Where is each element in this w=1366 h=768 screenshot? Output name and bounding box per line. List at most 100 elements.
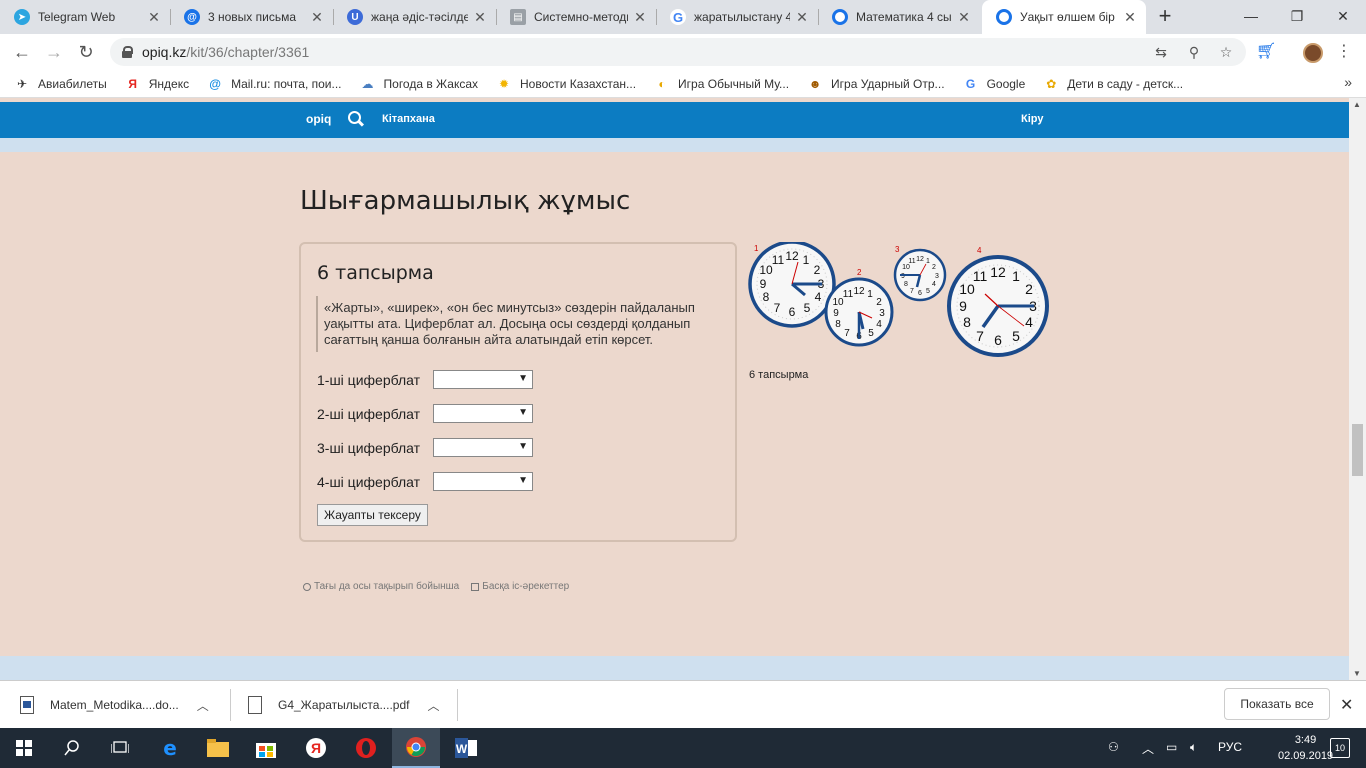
dial-select-4[interactable]: ▼ (433, 472, 533, 491)
edge-icon[interactable]: e (146, 728, 194, 768)
bookmark-item[interactable]: @ Mail.ru: почта, пои... (207, 76, 341, 92)
chevron-up-icon[interactable]: ︿ (427, 697, 439, 714)
dial-row-3: 3-ші циферблат ▼ (317, 438, 533, 457)
close-icon[interactable]: ✕ (472, 9, 488, 26)
windows-start-icon[interactable] (0, 728, 48, 768)
site-logo[interactable]: opiq (306, 112, 331, 126)
download-item-doc[interactable]: Matem_Metodika....do... ︿ (20, 689, 209, 721)
word-icon[interactable]: W (442, 728, 490, 768)
scrollbar-thumb[interactable] (1352, 424, 1363, 476)
store-icon[interactable] (242, 728, 290, 768)
show-all-downloads-button[interactable]: Показать все (1224, 688, 1330, 720)
task-view-icon[interactable] (96, 728, 144, 768)
other-actions-link[interactable]: Басқа іс-әрекеттер (471, 581, 569, 592)
image-caption: 6 тапсырма (749, 369, 809, 381)
tab-time-active[interactable]: ○ Уақыт өлшем бір ✕ (982, 0, 1146, 34)
login-link[interactable]: Кіру (1021, 113, 1043, 125)
tab-title: 3 новых письма (208, 10, 297, 24)
clock-illustration[interactable]: 1 2 3 4 12123 4567 891011 12123 4567 891… (748, 242, 1052, 360)
bookmark-label: Погода в Жаксах (383, 76, 479, 91)
address-bar[interactable]: opiq.kz/kit/36/chapter/3361 ⇆ ⚲ ☆ (110, 38, 1246, 66)
tab-google-search[interactable]: G жаратылыстану 4 ✕ (656, 0, 818, 34)
scroll-down-icon[interactable]: ▼ (1353, 669, 1361, 678)
tab-telegram[interactable]: ➤ Telegram Web ✕ (0, 0, 170, 34)
close-icon[interactable]: ✕ (956, 9, 972, 26)
bookmark-star-icon[interactable]: ☆ (1217, 43, 1235, 61)
chevron-up-icon[interactable]: ︿ (1142, 740, 1154, 757)
link-label: Тағы да осы тақырып бойынша (314, 581, 460, 592)
avatar[interactable] (1303, 43, 1323, 63)
notification-icon[interactable]: 10 (1330, 738, 1350, 758)
check-answer-button[interactable]: Жауапты тексеру (317, 504, 428, 526)
download-item-pdf[interactable]: G4_Жаратылыста....pdf ︿ (248, 689, 439, 721)
new-tab-button[interactable]: + (1154, 5, 1176, 27)
close-icon[interactable]: ✕ (146, 9, 162, 26)
close-icon[interactable]: ✕ (794, 9, 810, 26)
bookmark-item[interactable]: ☁ Погода в Жаксах (360, 76, 479, 92)
close-icon[interactable]: ✕ (632, 9, 648, 26)
tab-strip: ➤ Telegram Web ✕ @ 3 новых письма ✕ U жа… (0, 0, 1366, 34)
dial-row-1: 1-ші циферблат ▼ (317, 370, 533, 389)
u-icon: U (347, 9, 363, 25)
url-text[interactable]: opiq.kz/kit/36/chapter/3361 (142, 44, 309, 60)
file-explorer-icon[interactable] (194, 728, 242, 768)
volume-icon[interactable]: 🔈︎ (1190, 740, 1197, 755)
bookmark-item[interactable]: Я Яндекс (125, 76, 189, 92)
svg-text:4: 4 (932, 281, 936, 288)
bookmark-item[interactable]: ☻ Игра Ударный Отр... (807, 76, 945, 92)
bookmark-item[interactable]: G Google (963, 76, 1025, 92)
window-close-button[interactable]: ✕ (1320, 0, 1366, 34)
close-icon[interactable]: ✕ (1340, 695, 1353, 715)
dial-select-3[interactable]: ▼ (433, 438, 533, 457)
dial-select-2[interactable]: ▼ (433, 404, 533, 423)
bookmark-item[interactable]: ✿ Дети в саду - детск... (1043, 76, 1183, 92)
bookmark-label: Дети в саду - детск... (1067, 76, 1184, 91)
reload-button[interactable]: ↻ (74, 40, 98, 64)
chevron-up-icon[interactable]: ︿ (197, 697, 209, 714)
bookmark-item[interactable]: ◐ Игра Обычный Му... (654, 76, 789, 92)
clock-number-label: 4 (977, 246, 982, 255)
yandex-browser-icon[interactable]: Я (292, 728, 340, 768)
tab-mail[interactable]: @ 3 новых письма ✕ (170, 0, 333, 34)
search-icon[interactable] (348, 111, 364, 127)
forward-button[interactable]: → (42, 40, 66, 64)
bookmark-label: Яндекс (148, 76, 190, 91)
bookmark-item[interactable]: ✹ Новости Казахстан... (496, 76, 636, 92)
more-on-topic-link[interactable]: Тағы да осы тақырып бойынша (303, 581, 459, 592)
minimize-button[interactable]: — (1228, 0, 1274, 34)
svg-text:8: 8 (835, 319, 841, 330)
tab-math[interactable]: ○ Математика 4 сы ✕ (818, 0, 980, 34)
tab-system[interactable]: ▤ Системно-методи ✕ (496, 0, 656, 34)
page-footer-links: Тағы да осы тақырып бойынша Басқа іс-әре… (303, 581, 569, 592)
system-clock[interactable]: 3:49 02.09.2019 (1278, 732, 1333, 764)
svg-text:5: 5 (926, 288, 930, 295)
lock-icon[interactable] (122, 46, 133, 58)
language-indicator[interactable]: РУС (1218, 740, 1242, 754)
opera-icon[interactable] (342, 728, 390, 768)
close-icon[interactable]: ✕ (309, 9, 325, 26)
menu-icon[interactable]: ⋮ (1334, 42, 1354, 62)
bookmark-item[interactable]: ✈ Авиабилеты (14, 76, 107, 92)
people-icon[interactable]: ⚇ (1108, 740, 1119, 754)
library-link[interactable]: Кітапхана (382, 113, 435, 125)
bookmarks-overflow-icon[interactable]: » (1344, 74, 1352, 90)
search-icon[interactable] (48, 728, 96, 768)
battery-icon[interactable]: ▭ (1166, 740, 1177, 754)
svg-text:12: 12 (990, 264, 1006, 280)
tab-methods[interactable]: U жаңа әдіс-тәсілде ✕ (333, 0, 496, 34)
svg-text:7: 7 (774, 301, 781, 315)
plane-icon: ✈ (16, 76, 28, 91)
maximize-button[interactable]: ❐ (1274, 0, 1320, 34)
zoom-icon[interactable]: ⚲ (1185, 43, 1203, 61)
chrome-icon[interactable] (392, 728, 440, 768)
close-icon[interactable]: ✕ (1122, 9, 1138, 26)
scroll-up-icon[interactable]: ▲ (1353, 100, 1361, 109)
dial-select-1[interactable]: ▼ (433, 370, 533, 389)
pdf-file-icon (248, 696, 262, 714)
page-scrollbar[interactable]: ▲ ▼ (1349, 98, 1366, 680)
url-path: /kit/36/chapter/3361 (186, 44, 310, 60)
opiq-icon: ○ (996, 9, 1012, 25)
cart-icon[interactable]: 🛒︎ (1256, 42, 1276, 62)
translate-icon[interactable]: ⇆ (1152, 43, 1170, 61)
back-button[interactable]: ← (10, 40, 34, 64)
